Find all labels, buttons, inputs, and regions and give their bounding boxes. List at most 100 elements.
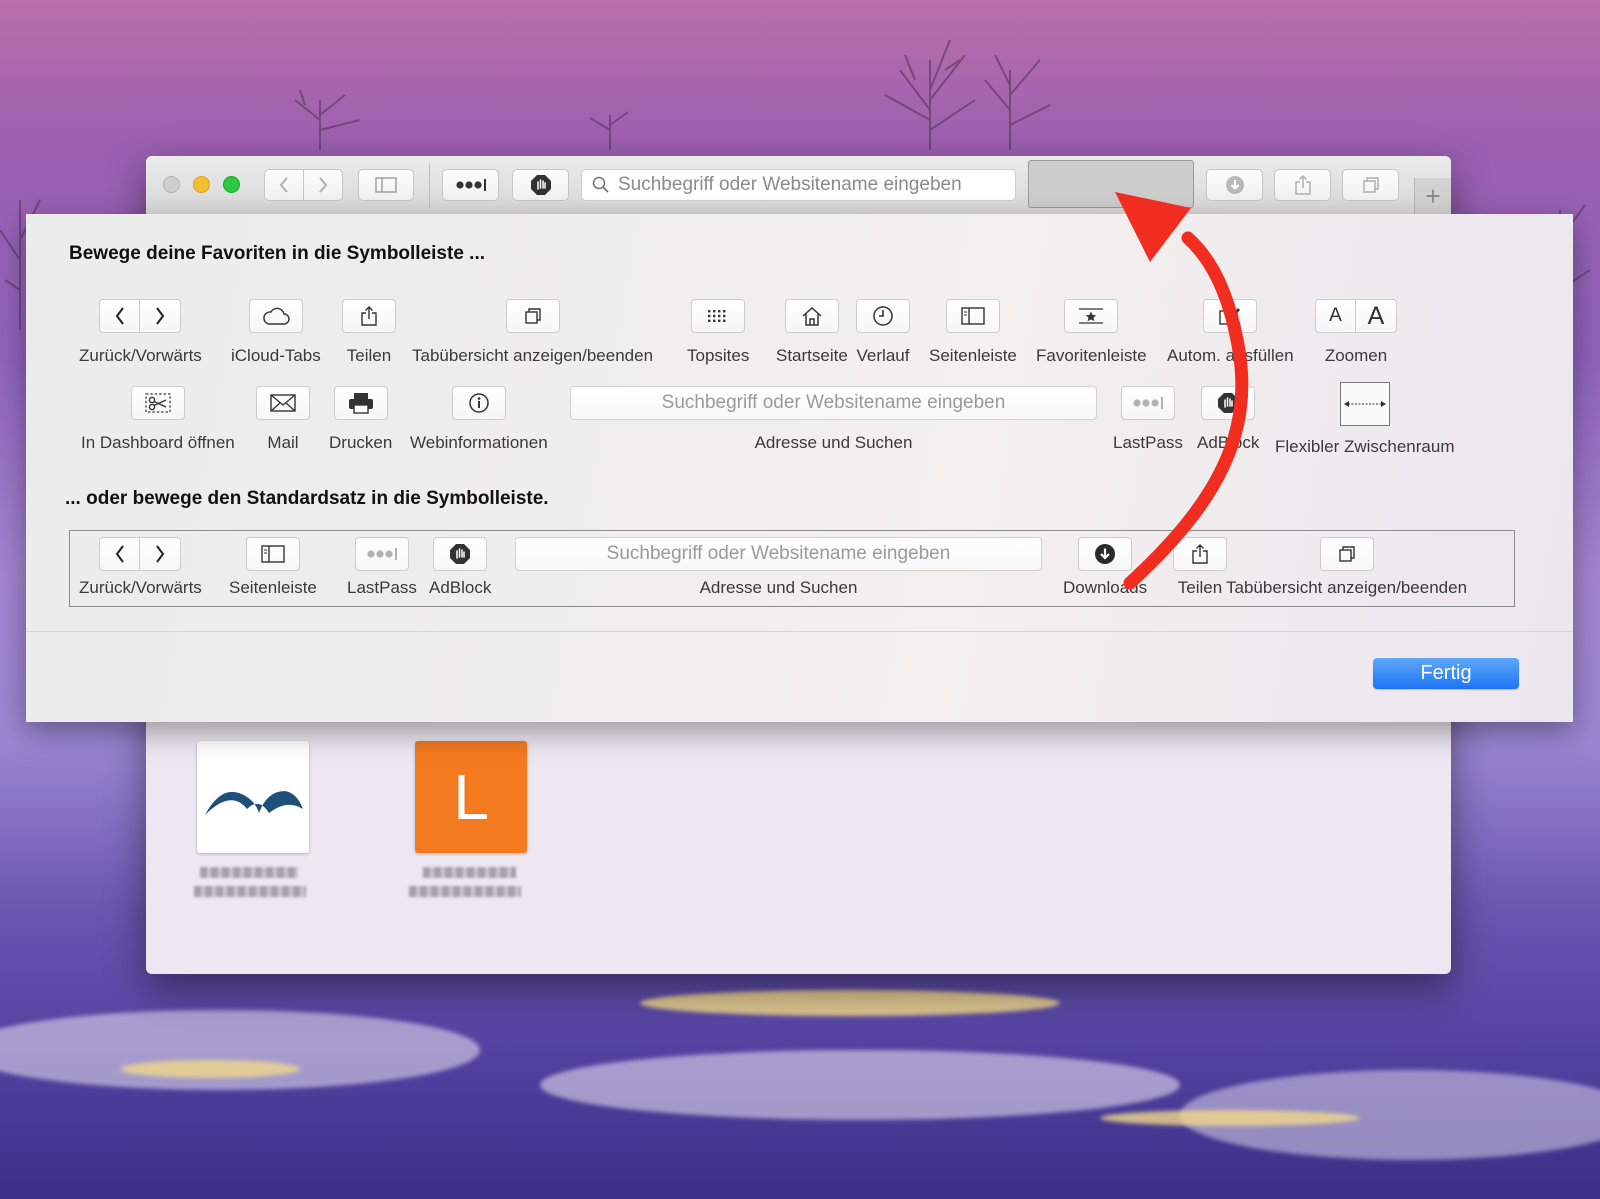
- item-label: Zoomen: [1324, 346, 1388, 365]
- address-bar[interactable]: Suchbegriff oder Websitename eingeben: [581, 169, 1016, 201]
- grid-icon: [708, 310, 726, 322]
- item-label: Topsites: [687, 346, 750, 365]
- homepage-button[interactable]: [784, 299, 839, 333]
- palette-item-flexible-space[interactable]: Flexibler Zwischenraum: [1275, 382, 1455, 457]
- sunlit-water: [640, 990, 1060, 1016]
- palette-item-address-search[interactable]: Suchbegriff oder Websitename eingeben Ad…: [570, 386, 1097, 453]
- tab-overview-icon: [1338, 546, 1355, 562]
- share-button[interactable]: [342, 299, 396, 333]
- address-field-preview: Suchbegriff oder Websitename eingeben: [515, 537, 1042, 571]
- item-label: Tabübersicht anzeigen/beenden: [412, 346, 654, 365]
- palette-item-sidebar[interactable]: Seitenleiste: [929, 299, 1017, 366]
- toolbar: Suchbegriff oder Websitename eingeben +: [146, 156, 1451, 215]
- back-button[interactable]: [99, 299, 141, 333]
- tab-overview-button[interactable]: [505, 299, 560, 333]
- palette-item-lastpass[interactable]: LastPass: [1113, 386, 1183, 453]
- adblock-button[interactable]: [1201, 386, 1256, 420]
- item-label: Verlauf: [856, 346, 910, 365]
- default-toolbar-set[interactable]: Zurück/Vorwärts Seitenleiste LastPass Ad…: [69, 530, 1515, 607]
- palette-item-icloud-tabs[interactable]: iCloud-Tabs: [231, 299, 321, 366]
- zoom-in-button[interactable]: A: [1356, 299, 1397, 333]
- palette-item-adblock[interactable]: AdBlock: [1197, 386, 1259, 453]
- house-icon: [802, 306, 822, 326]
- minimize-window-button[interactable]: [193, 176, 210, 193]
- zoom-window-button[interactable]: [223, 176, 240, 193]
- lastpass-icon: [367, 548, 397, 560]
- address-placeholder: Suchbegriff oder Websitename eingeben: [618, 174, 962, 195]
- topsite-tile[interactable]: L: [415, 741, 527, 853]
- lastpass-icon: [455, 179, 486, 191]
- sidebar-button: [245, 537, 300, 571]
- item-label: In Dashboard öffnen: [81, 433, 235, 452]
- item-label: Adresse und Suchen: [699, 578, 858, 597]
- downloads-button[interactable]: [1206, 169, 1263, 201]
- palette-item-homepage[interactable]: Startseite: [776, 299, 848, 366]
- chevron-left-icon: [115, 545, 124, 563]
- palette-item-favorites-bar[interactable]: Favoritenleiste: [1036, 299, 1147, 366]
- mail-button[interactable]: [256, 386, 310, 420]
- adblock-hand-icon: [1218, 393, 1239, 413]
- new-tab-button[interactable]: +: [1414, 178, 1451, 214]
- topsite-url-redacted: [194, 886, 306, 897]
- palette-item-tab-overview[interactable]: Tabübersicht anzeigen/beenden: [412, 299, 653, 366]
- tile-letter: L: [453, 761, 489, 833]
- palette-item-zoom[interactable]: A A Zoomen: [1315, 299, 1397, 366]
- back-button[interactable]: [264, 169, 304, 201]
- chevron-right-icon: [156, 545, 165, 563]
- palette-item-back-forward[interactable]: Zurück/Vorwärts: [79, 299, 202, 366]
- print-button[interactable]: [333, 386, 388, 420]
- autofill-button[interactable]: [1203, 299, 1258, 333]
- back-button: [99, 537, 141, 571]
- address-field-preview[interactable]: Suchbegriff oder Websitename eingeben: [570, 386, 1097, 420]
- toolbar-drop-slot[interactable]: [1028, 160, 1194, 208]
- item-label: Startseite: [776, 346, 848, 365]
- sidebar-button[interactable]: [358, 169, 414, 201]
- printer-icon: [348, 393, 373, 414]
- share-button[interactable]: [1274, 169, 1331, 201]
- downloads-button: [1078, 537, 1133, 571]
- star-bar-icon: [1079, 308, 1104, 324]
- web-info-button[interactable]: [451, 386, 506, 420]
- topsites-button[interactable]: [691, 299, 746, 333]
- forward-button: [140, 537, 182, 571]
- forward-button[interactable]: [140, 299, 182, 333]
- item-label: Flexibler Zwischenraum: [1275, 437, 1455, 456]
- topsite-title-redacted: [200, 867, 298, 878]
- forward-button[interactable]: [303, 169, 343, 201]
- icloud-tabs-button[interactable]: [248, 299, 303, 333]
- palette-item-share[interactable]: Teilen: [342, 299, 396, 366]
- default-item-share: Teilen: [1173, 537, 1227, 598]
- share-button: [1173, 537, 1227, 571]
- item-label: Mail: [267, 433, 299, 452]
- large-a-icon: A: [1367, 301, 1385, 330]
- zoom-out-button[interactable]: A: [1315, 299, 1356, 333]
- lastpass-button[interactable]: [1120, 386, 1175, 420]
- close-window-button[interactable]: [163, 176, 180, 193]
- default-item-lastpass: LastPass: [347, 537, 417, 598]
- palette-item-mail[interactable]: Mail: [256, 386, 310, 453]
- palette-item-dashboard[interactable]: In Dashboard öffnen: [81, 386, 235, 453]
- topsite-tile[interactable]: [197, 741, 309, 853]
- done-button[interactable]: Fertig: [1373, 658, 1519, 689]
- adblock-hand-icon: [450, 544, 471, 564]
- favorites-bar-button[interactable]: [1064, 299, 1119, 333]
- palette-item-autofill[interactable]: Autom. ausfüllen: [1167, 299, 1294, 366]
- tab-overview-button[interactable]: [1342, 169, 1399, 201]
- pencil-form-icon: [1219, 308, 1241, 325]
- palette-item-topsites[interactable]: Topsites: [687, 299, 749, 366]
- dashboard-button[interactable]: [130, 386, 185, 420]
- palette-item-web-info[interactable]: Webinformationen: [410, 386, 548, 453]
- palette-item-history[interactable]: Verlauf: [856, 299, 910, 366]
- lastpass-button[interactable]: [442, 169, 499, 201]
- tab-overview-icon: [1362, 177, 1379, 193]
- history-button[interactable]: [856, 299, 910, 333]
- snow-patch: [540, 1050, 1180, 1120]
- default-item-tab-overview: Tabübersicht anzeigen/beenden: [1226, 537, 1467, 598]
- default-set-heading: ... oder bewege den Standardsatz in die …: [65, 488, 549, 509]
- palette-item-print[interactable]: Drucken: [329, 386, 392, 453]
- item-label: Teilen: [1177, 578, 1223, 597]
- item-label: Drucken: [329, 433, 393, 452]
- flexible-space-box[interactable]: [1339, 382, 1390, 426]
- sidebar-button[interactable]: [945, 299, 1000, 333]
- adblock-button[interactable]: [512, 169, 569, 201]
